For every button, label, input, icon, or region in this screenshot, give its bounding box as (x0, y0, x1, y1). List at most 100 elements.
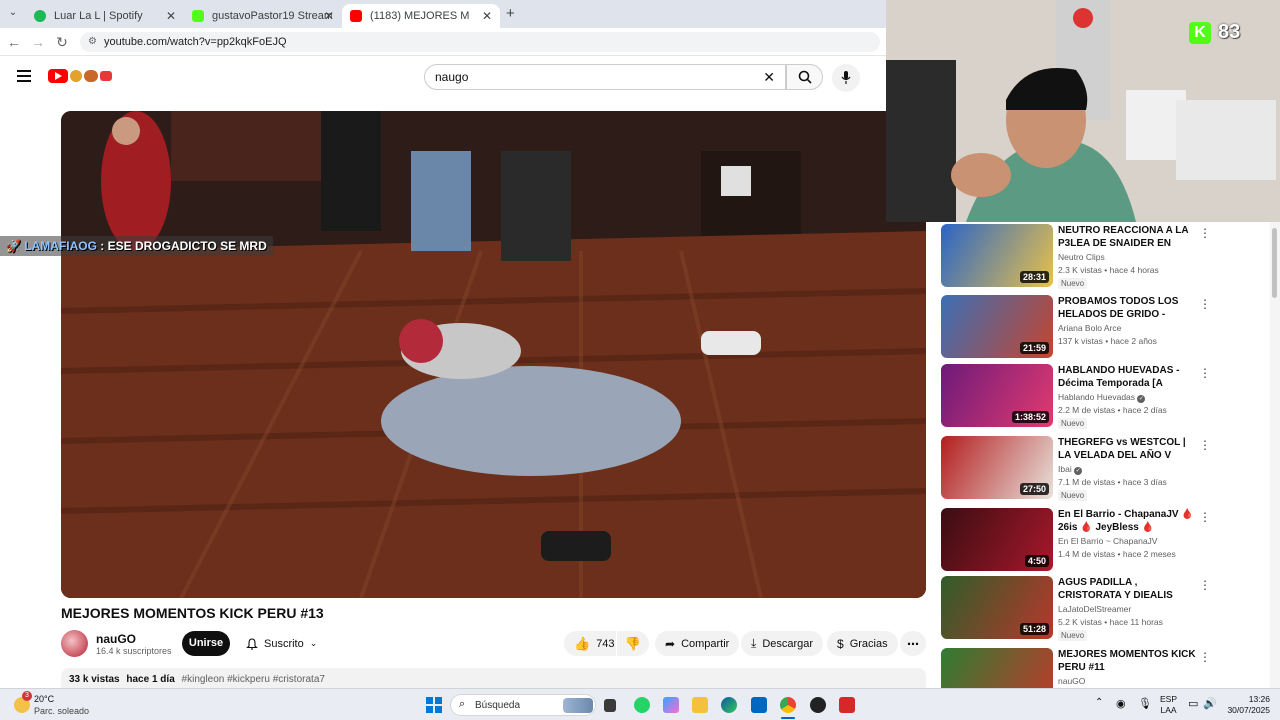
tab-youtube[interactable]: (1183) MEJORES MOMENTO ✕ (342, 4, 500, 28)
subscribed-button[interactable]: Suscrito ⌄ (236, 631, 328, 656)
channel-name[interactable]: En El Barrio ~ ChapanaJV (1058, 536, 1157, 546)
browser-address-bar: ← → ↻ ⚙ youtube.com/watch?v=pp2kqkFoEJQ (0, 28, 886, 56)
tab-list-dropdown-icon[interactable]: ⌄ (6, 7, 20, 21)
description-views: 33 k vistas (69, 674, 120, 685)
obs-icon[interactable] (810, 697, 826, 713)
video-title[interactable]: PROBAMOS TODOS LOS HELADOS DE GRIDO - Ar… (1058, 295, 1196, 321)
search-button[interactable] (786, 64, 823, 90)
kick-favicon-icon (192, 10, 204, 22)
start-button[interactable] (426, 697, 442, 713)
back-icon[interactable]: ← (6, 34, 22, 50)
close-tab-icon[interactable]: ✕ (166, 9, 176, 23)
voice-search-button[interactable] (832, 64, 860, 92)
copilot-icon[interactable] (663, 697, 679, 713)
scrollbar-thumb[interactable] (1272, 228, 1277, 298)
clock[interactable]: 13:26 30/07/2025 (1224, 694, 1270, 716)
video-duration: 27:50 (1019, 483, 1049, 495)
new-tab-icon[interactable]: + (506, 5, 515, 22)
tab-spotify[interactable]: Luar La L | Spotify ✕ (26, 4, 184, 28)
recommendation-item[interactable]: 51:28 AGUS PADILLA , CRISTORATA Y DIEALI… (941, 576, 1261, 642)
recommendation-item[interactable]: MEJORES MOMENTOS KICK PERU #11 nauGO ⋮ (941, 648, 1261, 688)
video-thumbnail[interactable] (941, 648, 1053, 688)
show-hidden-icons-icon[interactable]: ⌃ (1095, 697, 1103, 708)
close-tab-icon[interactable]: ✕ (482, 9, 492, 23)
tab-kick[interactable]: gustavoPastor19 Stream - Watc ✕ (184, 4, 342, 28)
video-thumbnail[interactable]: 28:31 (941, 224, 1053, 287)
dislike-button[interactable]: 👎 (617, 631, 649, 656)
video-title[interactable]: HABLANDO HUEVADAS - Décima Temporada [A … (1058, 364, 1196, 390)
chrome-icon[interactable] (780, 697, 796, 713)
recommendation-item[interactable]: 28:31 NEUTRO REACCIONA A LA P3LEA DE SNA… (941, 224, 1261, 290)
more-options-icon[interactable]: ⋮ (1199, 366, 1211, 380)
search-input[interactable]: naugo ✕ (424, 64, 786, 90)
taskbar-search[interactable]: ⌕ Búsqueda (450, 694, 596, 716)
channel-name[interactable]: nauGO (96, 632, 136, 646)
video-title[interactable]: AGUS PADILLA , CRISTORATA Y DIEALIS CHAR… (1058, 576, 1196, 602)
recommendation-item[interactable]: 4:50 En El Barrio - ChapanaJV 🩸 26is 🩸 J… (941, 508, 1261, 574)
menu-icon[interactable] (17, 70, 31, 82)
like-button[interactable]: 👍 743 (564, 631, 616, 656)
channel-name[interactable]: Hablando Huevadas ✓ (1058, 392, 1146, 403)
url-text: youtube.com/watch?v=pp2kqkFoEJQ (104, 36, 287, 48)
forward-icon[interactable]: → (30, 34, 46, 50)
video-player[interactable] (61, 111, 926, 598)
youtube-logo[interactable] (48, 69, 114, 83)
video-thumbnail[interactable]: 21:59 (941, 295, 1053, 358)
more-options-icon[interactable]: ⋮ (1199, 578, 1211, 592)
tray-app-icon[interactable]: ◉ (1116, 697, 1126, 710)
channel-avatar[interactable] (61, 630, 88, 657)
description-tags[interactable]: #kingleon #kickperu #cristorata7 (182, 674, 325, 685)
video-title[interactable]: MEJORES MOMENTOS KICK PERU #11 (1058, 648, 1196, 674)
microphone-icon[interactable]: 🎙 (1138, 697, 1152, 710)
recommendation-item[interactable]: 27:50 THEGREFG vs WESTCOL | LA VELADA DE… (941, 436, 1261, 502)
more-options-icon[interactable]: ⋮ (1199, 650, 1211, 664)
more-options-icon[interactable]: ⋮ (1199, 438, 1211, 452)
video-title[interactable]: THEGREFG vs WESTCOL | LA VELADA DEL AÑO … (1058, 436, 1196, 462)
url-field[interactable]: ⚙ youtube.com/watch?v=pp2kqkFoEJQ (80, 32, 880, 52)
thanks-button[interactable]: $ Gracias (827, 631, 898, 656)
channel-name[interactable]: nauGO (1058, 676, 1085, 686)
video-duration: 21:59 (1019, 342, 1049, 354)
store-icon[interactable] (751, 697, 767, 713)
more-options-icon[interactable]: ⋮ (1199, 226, 1211, 240)
red-app-icon[interactable] (839, 697, 855, 713)
download-button[interactable]: ⤓ Descargar (741, 631, 824, 656)
language-indicator[interactable]: ESP LAA (1160, 694, 1177, 716)
recommendation-item[interactable]: 1:38:52 HABLANDO HUEVADAS - Décima Tempo… (941, 364, 1261, 430)
weather-widget[interactable]: 3 20°C Parc. soleado (10, 691, 120, 719)
site-info-icon[interactable]: ⚙ (88, 32, 97, 52)
recommendation-item[interactable]: 21:59 PROBAMOS TODOS LOS HELADOS DE GRID… (941, 295, 1261, 361)
more-options-icon[interactable]: ⋮ (1199, 297, 1211, 311)
share-button[interactable]: ➦ Compartir (655, 631, 740, 656)
video-duration: 28:31 (1019, 271, 1049, 283)
edge-icon[interactable] (721, 697, 737, 713)
video-thumbnail[interactable]: 51:28 (941, 576, 1053, 639)
whatsapp-icon[interactable] (634, 697, 650, 713)
close-tab-icon[interactable]: ✕ (324, 9, 334, 23)
youtube-header: naugo ✕ (0, 56, 886, 100)
thanks-icon: $ (837, 636, 844, 651)
description-box[interactable]: 33 k vistas hace 1 día #kingleon #kickpe… (61, 668, 926, 690)
clear-search-icon[interactable]: ✕ (763, 65, 775, 89)
video-title[interactable]: En El Barrio - ChapanaJV 🩸 26is 🩸 JeyBle… (1058, 508, 1196, 534)
page-scrollbar[interactable] (1270, 222, 1280, 688)
video-thumbnail[interactable]: 1:38:52 (941, 364, 1053, 427)
volume-icon[interactable]: 🔊 (1203, 697, 1217, 710)
channel-name[interactable]: Ariana Bolo Arce (1058, 323, 1121, 333)
video-title[interactable]: NEUTRO REACCIONA A LA P3LEA DE SNAIDER E… (1058, 224, 1196, 250)
file-explorer-icon[interactable] (692, 697, 708, 713)
join-button[interactable]: Unirse (182, 631, 230, 656)
more-actions-button[interactable]: ⋯ (900, 631, 926, 656)
task-view-icon[interactable] (604, 699, 616, 712)
channel-name[interactable]: LaJatoDelStreamer (1058, 604, 1131, 614)
more-options-icon[interactable]: ⋮ (1199, 510, 1211, 524)
video-duration: 1:38:52 (1011, 411, 1049, 423)
weather-temp: 20°C (34, 694, 55, 704)
network-icon[interactable]: ▭ (1188, 697, 1198, 710)
video-thumbnail[interactable]: 27:50 (941, 436, 1053, 499)
kick-logo: K (1189, 22, 1211, 44)
video-thumbnail[interactable]: 4:50 (941, 508, 1053, 571)
reload-icon[interactable]: ↻ (54, 34, 70, 51)
channel-name[interactable]: Neutro Clips (1058, 252, 1105, 262)
channel-name[interactable]: Ibai ✓ (1058, 464, 1083, 475)
